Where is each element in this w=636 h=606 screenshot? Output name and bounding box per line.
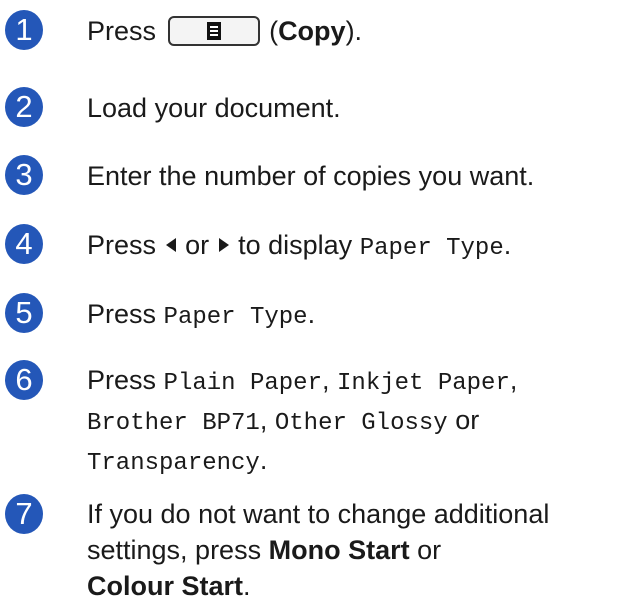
press-text: Press: [87, 230, 157, 260]
step-7: 7 If you do not want to change additiona…: [0, 492, 636, 602]
step-text: If you do not want to change additional …: [87, 496, 632, 604]
colour-start-label: Colour Start: [87, 571, 244, 601]
option-transparency: Transparency: [87, 450, 260, 477]
step-number: 7: [5, 494, 43, 534]
step-1: 1 Press (Copy).: [0, 8, 636, 52]
period: .: [307, 299, 316, 329]
step-text: Press Paper Type.: [87, 295, 632, 337]
step-text: Press (Copy).: [87, 12, 632, 50]
copy-key-icon: [167, 15, 260, 46]
step-number: 4: [5, 224, 43, 264]
period: .: [243, 571, 251, 601]
option-plain-paper: Plain Paper: [163, 370, 322, 397]
step-number: 1: [5, 10, 43, 50]
paren-open: (: [269, 16, 279, 46]
period: .: [259, 445, 268, 475]
mono-start-label: Mono Start: [268, 535, 410, 565]
left-arrow-icon: [165, 238, 176, 253]
right-arrow-icon: [218, 238, 229, 253]
step-number: 5: [5, 293, 43, 333]
option-inkjet-paper: Inkjet Paper: [337, 370, 510, 397]
option-other-glossy: Other Glossy: [274, 410, 448, 437]
press-text: Press: [87, 299, 157, 329]
step-5: 5 Press Paper Type.: [0, 291, 636, 335]
comma: ,: [259, 405, 268, 435]
step-number: 3: [5, 155, 43, 195]
or-text: or: [185, 230, 210, 260]
comma: ,: [509, 365, 518, 395]
or-text: or: [455, 405, 480, 435]
step-number: 6: [5, 360, 43, 400]
comma: ,: [321, 365, 330, 395]
or-text: or: [417, 535, 442, 565]
step-text: Load your document.: [87, 93, 341, 123]
period: .: [503, 230, 512, 260]
copy-label: Copy: [278, 16, 346, 46]
press-text: Press: [87, 16, 157, 46]
option-brother-bp71: Brother BP71: [87, 410, 260, 437]
step-2: 2 Load your document.: [0, 85, 636, 129]
paren-close: ).: [345, 16, 363, 46]
paper-type-menu-item: Paper Type: [359, 235, 504, 262]
paper-type-menu-item: Paper Type: [163, 304, 308, 331]
step-number: 2: [5, 87, 43, 127]
press-text: Press: [87, 365, 157, 395]
step-text: Press Plain Paper, Inkjet Paper, Brother…: [87, 362, 632, 482]
step-text: Press or to display Paper Type.: [87, 226, 632, 268]
step-text: Enter the number of copies you want.: [87, 161, 535, 191]
to-display-text: to display: [238, 230, 353, 260]
step-6: 6 Press Plain Paper, Inkjet Paper, Broth…: [0, 358, 636, 477]
step-4: 4 Press or to display Paper Type.: [0, 222, 636, 266]
step-3: 3 Enter the number of copies you want.: [0, 153, 636, 197]
